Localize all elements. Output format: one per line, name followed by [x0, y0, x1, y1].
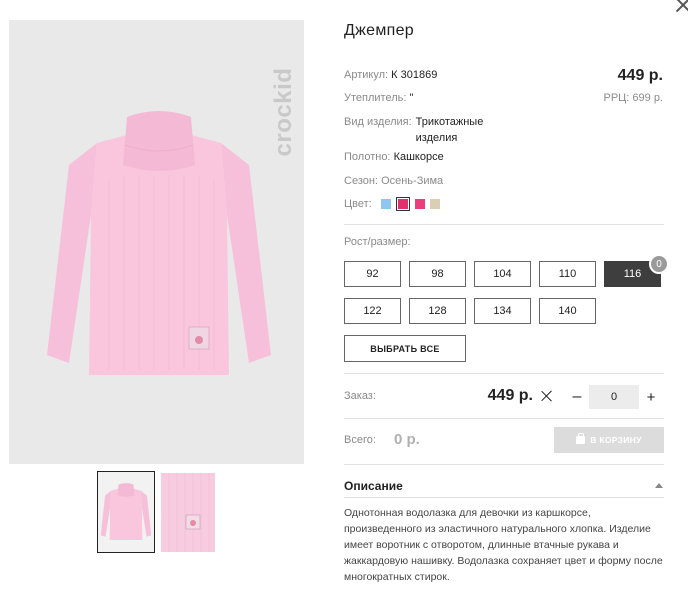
add-to-cart-button[interactable]: В КОРЗИНУ — [554, 427, 664, 453]
divider — [344, 373, 664, 374]
color-swatch-magenta[interactable] — [396, 197, 410, 211]
times-icon — [541, 390, 553, 402]
thumbnail-1[interactable] — [97, 471, 155, 553]
quantity-decrease-button[interactable]: – — [570, 388, 584, 405]
size-button-104[interactable]: 104 — [474, 261, 531, 287]
quantity-input[interactable] — [589, 385, 639, 409]
attr-type: Вид изделия: Трикотажные изделия — [344, 116, 484, 144]
description-text: Однотонная водолазка для девочки из карш… — [344, 507, 663, 583]
close-icon[interactable] — [674, 0, 688, 14]
description-title: Описание — [344, 479, 403, 493]
size-button-98[interactable]: 98 — [409, 261, 466, 287]
attr-color: Цвет: — [344, 198, 372, 210]
size-button-140[interactable]: 140 — [539, 298, 596, 324]
thumbnail-strip — [97, 471, 215, 553]
attr-season: Сезон: Осень-Зима — [344, 175, 444, 187]
attr-insulation: Утеплитель: " — [344, 92, 414, 104]
product-main-image[interactable]: crockid — [9, 20, 304, 464]
product-price: 449 р. — [617, 67, 663, 84]
chevron-up-icon[interactable] — [655, 483, 663, 488]
attr-fabric: Полотно: Кашкорсе — [344, 151, 444, 163]
size-button-110[interactable]: 110 — [539, 261, 596, 287]
divider — [344, 224, 664, 225]
total-label: Всего: — [344, 434, 376, 446]
divider — [344, 497, 664, 498]
select-all-button[interactable]: ВЫБРАТЬ ВСЕ — [344, 335, 466, 362]
cart-icon — [576, 433, 586, 444]
color-swatches — [381, 197, 440, 211]
size-button-122[interactable]: 122 — [344, 298, 401, 324]
color-swatch-pink[interactable] — [415, 199, 425, 209]
size-label: Рост/размер: — [344, 236, 411, 248]
size-button-92[interactable]: 92 — [344, 261, 401, 287]
size-count-badge: 0 — [649, 254, 669, 274]
color-swatch-light-blue[interactable] — [381, 199, 391, 209]
total-value: 0 р. — [394, 431, 420, 448]
color-swatch-beige[interactable] — [430, 199, 440, 209]
add-to-cart-label: В КОРЗИНУ — [590, 435, 642, 445]
divider — [344, 418, 664, 419]
order-price: 449 р. — [487, 387, 533, 404]
product-title: Джемпер — [344, 22, 414, 39]
product-rrp: РРЦ: 699 р. — [603, 92, 663, 104]
attr-article: Артикул: К 301869 — [344, 69, 438, 81]
quantity-increase-button[interactable]: + — [644, 389, 658, 406]
size-button-128[interactable]: 128 — [409, 298, 466, 324]
order-label: Заказ: — [344, 390, 376, 402]
size-button-134[interactable]: 134 — [474, 298, 531, 324]
divider — [344, 464, 664, 465]
thumbnail-2[interactable] — [161, 473, 215, 552]
product-photo — [47, 111, 271, 375]
